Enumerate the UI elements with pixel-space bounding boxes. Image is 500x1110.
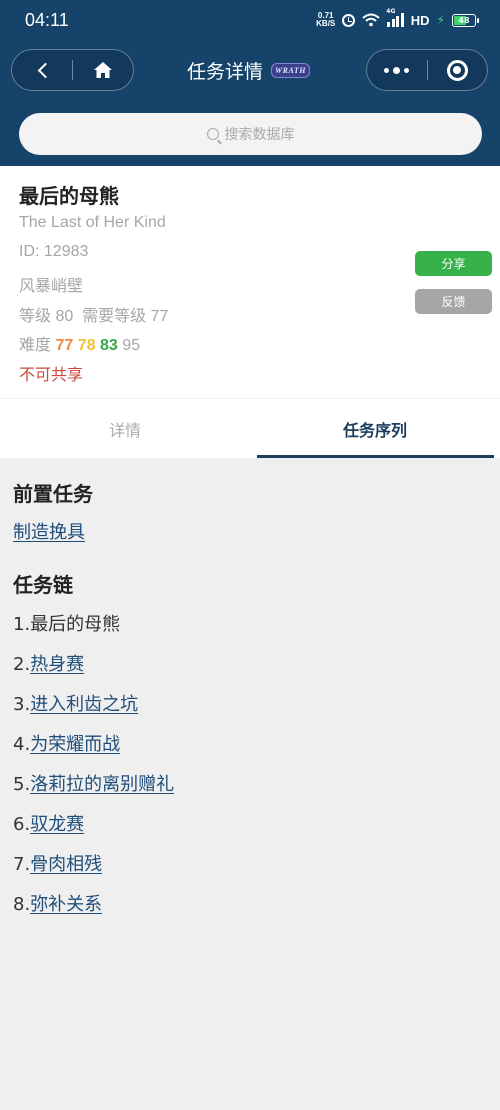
- charging-icon: ⚡: [436, 13, 445, 27]
- chain-item-number: 8.: [13, 894, 31, 915]
- shareable-status: 不可共享: [19, 367, 84, 384]
- nav-capsule-left: [11, 49, 134, 91]
- search-input[interactable]: 搜索数据库: [19, 113, 482, 155]
- wifi-icon: [362, 13, 380, 27]
- quest-difficulty: 难度 77 78 83 95: [19, 331, 140, 355]
- search-placeholder: 搜索数据库: [224, 127, 295, 143]
- page-title: 任务详情: [187, 60, 264, 83]
- chain-item: 7.骨肉相残: [13, 850, 102, 876]
- alarm-icon: [342, 13, 356, 27]
- difficulty-gray: 95: [122, 337, 141, 354]
- chain-item: 4.为荣耀而战: [13, 730, 120, 756]
- tab-quest-chain[interactable]: 任务序列: [250, 399, 500, 458]
- home-button[interactable]: [73, 50, 133, 90]
- prerequisite-title: 前置任务: [13, 482, 93, 506]
- difficulty-label: 难度: [19, 337, 52, 354]
- chain-item-number: 4.: [13, 734, 31, 755]
- chain-item-number: 2.: [13, 654, 31, 675]
- status-bar: 04:11 0.71 KB/S 4G HD ⚡ 48: [0, 0, 500, 42]
- chain-item: 3.进入利齿之坑: [13, 690, 138, 716]
- quest-name-english: The Last of Her Kind: [19, 214, 166, 231]
- feedback-button[interactable]: 反馈: [415, 289, 492, 314]
- difficulty-orange: 77: [55, 337, 74, 354]
- search-icon: [206, 128, 219, 140]
- prerequisite-link[interactable]: 制造挽具: [13, 522, 85, 543]
- chain-item-number: 1.: [13, 614, 31, 635]
- share-button[interactable]: 分享: [415, 251, 492, 276]
- back-button[interactable]: [12, 50, 72, 90]
- hd-indicator: HD: [410, 12, 430, 28]
- prerequisite-item: 制造挽具: [13, 518, 85, 544]
- quest-info-card: 最后的母熊 The Last of Her Kind ID: 12983 风暴峭…: [0, 166, 500, 398]
- target-circle-icon: [446, 59, 468, 81]
- chain-item: 8.弥补关系: [13, 890, 102, 916]
- quest-level: 等级 80: [19, 308, 74, 325]
- chevron-left-icon: [37, 62, 53, 78]
- status-icons: 0.71 KB/S 4G HD ⚡ 48: [316, 8, 479, 31]
- chain-item-link[interactable]: 进入利齿之坑: [30, 694, 138, 715]
- chain-item-link[interactable]: 弥补关系: [30, 894, 102, 915]
- nav-title-area: 任务详情 WRATH: [187, 56, 310, 84]
- chain-item-number: 5.: [13, 774, 31, 795]
- quest-name: 最后的母熊: [19, 184, 119, 208]
- chain-item-link[interactable]: 驭龙赛: [30, 814, 84, 835]
- status-time: 04:11: [25, 10, 69, 30]
- more-dots-icon: [384, 66, 410, 74]
- chain-item: 6.驭龙赛: [13, 810, 84, 836]
- difficulty-green: 83: [99, 337, 118, 354]
- app-header: 04:11 0.71 KB/S 4G HD ⚡ 48 任务详情 WRATH 搜索…: [0, 0, 500, 166]
- tab-details[interactable]: 详情: [0, 399, 250, 458]
- tab-bar: 详情 任务序列: [0, 398, 500, 458]
- chain-item: 2.热身赛: [13, 650, 84, 676]
- battery-level: 48: [458, 15, 470, 25]
- chain-item-link[interactable]: 骨肉相残: [30, 854, 102, 875]
- chain-title: 任务链: [13, 573, 73, 597]
- cell-signal-icon: 4G: [386, 8, 404, 27]
- difficulty-yellow: 78: [77, 337, 96, 354]
- expansion-badge: WRATH: [271, 62, 310, 78]
- battery-icon: 48: [452, 13, 479, 27]
- nav-capsule-right: [366, 49, 488, 91]
- more-button[interactable]: [367, 50, 427, 90]
- quest-levels: 等级 80 需要等级 77: [19, 302, 168, 326]
- quest-required-level: 需要等级 77: [82, 308, 169, 325]
- network-speed: 0.71 KB/S: [316, 11, 336, 28]
- chain-item-number: 7.: [13, 854, 31, 875]
- chain-item-link[interactable]: 热身赛: [30, 654, 84, 675]
- chain-item-number: 6.: [13, 814, 31, 835]
- chain-item-link[interactable]: 为荣耀而战: [30, 734, 120, 755]
- quest-id: ID: 12983: [19, 243, 89, 260]
- chain-item-current: 最后的母熊: [30, 614, 121, 635]
- chain-item-link[interactable]: 洛莉拉的离别赠礼: [30, 774, 174, 795]
- chain-item: 1.最后的母熊: [13, 610, 120, 636]
- chain-item: 5.洛莉拉的离别赠礼: [13, 770, 174, 796]
- home-icon: [94, 62, 112, 78]
- quest-zone: 风暴峭壁: [19, 278, 84, 295]
- chain-item-number: 3.: [13, 694, 31, 715]
- close-miniprogram-button[interactable]: [428, 50, 488, 90]
